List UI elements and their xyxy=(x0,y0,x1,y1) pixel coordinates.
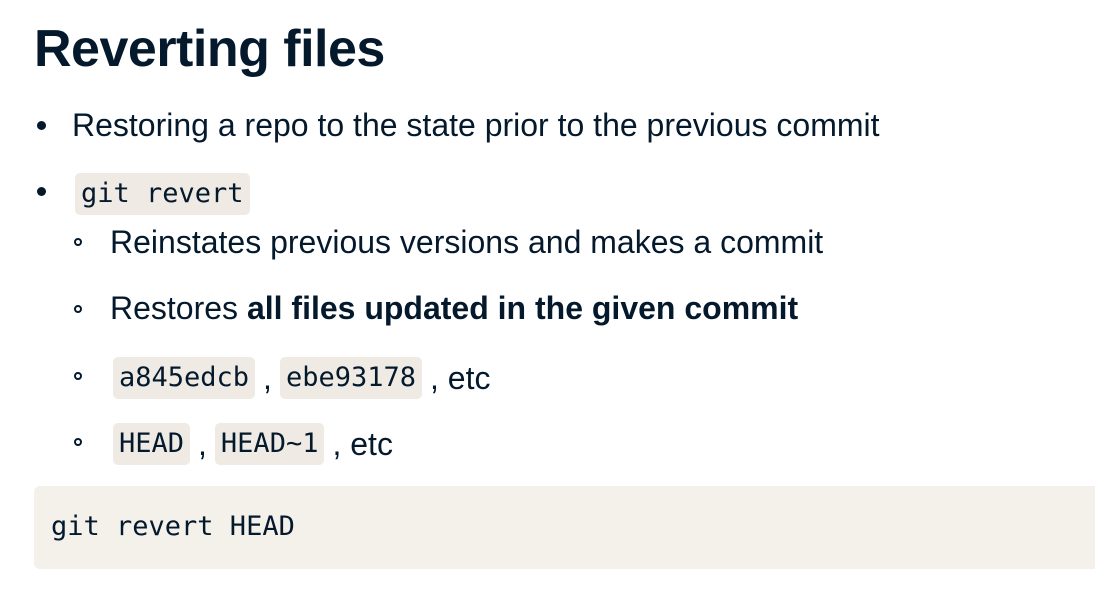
bullet-text: Restoring a repo to the state prior to t… xyxy=(72,107,880,143)
inline-code: git revert xyxy=(75,173,250,215)
inline-code: a845edcb xyxy=(113,357,256,399)
sub-bullet-bold-text: all files updated in the given commit xyxy=(246,290,799,326)
sub-bullet-marker xyxy=(74,372,82,380)
sub-bullet-item: HEAD , HEAD~1 , etc xyxy=(113,423,393,465)
sub-bullet-marker xyxy=(74,305,82,313)
code-block-text: git revert HEAD xyxy=(51,511,295,542)
code-block: git revert HEAD xyxy=(34,486,1095,569)
bullet-marker xyxy=(37,187,46,196)
sub-bullet-text: Restores xyxy=(110,290,247,326)
inline-code: HEAD~1 xyxy=(214,423,325,465)
bullet-item: Restoring a repo to the state prior to t… xyxy=(72,105,880,145)
separator-text: , xyxy=(198,426,207,462)
inline-code: ebe93178 xyxy=(279,357,422,399)
bullet-marker xyxy=(37,121,46,130)
separator-text: , xyxy=(263,360,272,396)
sub-bullet-marker xyxy=(74,438,82,446)
suffix-text: , etc xyxy=(332,426,393,462)
inline-code: HEAD xyxy=(113,423,191,465)
sub-bullet-text: Reinstates previous versions and makes a… xyxy=(110,224,824,260)
suffix-text: , etc xyxy=(429,360,491,396)
sub-bullet-item: a845edcb , ebe93178 , etc xyxy=(113,357,490,399)
sub-bullet-marker xyxy=(74,238,82,246)
slide-title: Reverting files xyxy=(34,20,385,78)
sub-bullet-item: Restores all files updated in the given … xyxy=(110,288,798,328)
bullet-item: git revert xyxy=(75,173,250,215)
sub-bullet-item: Reinstates previous versions and makes a… xyxy=(110,222,823,262)
